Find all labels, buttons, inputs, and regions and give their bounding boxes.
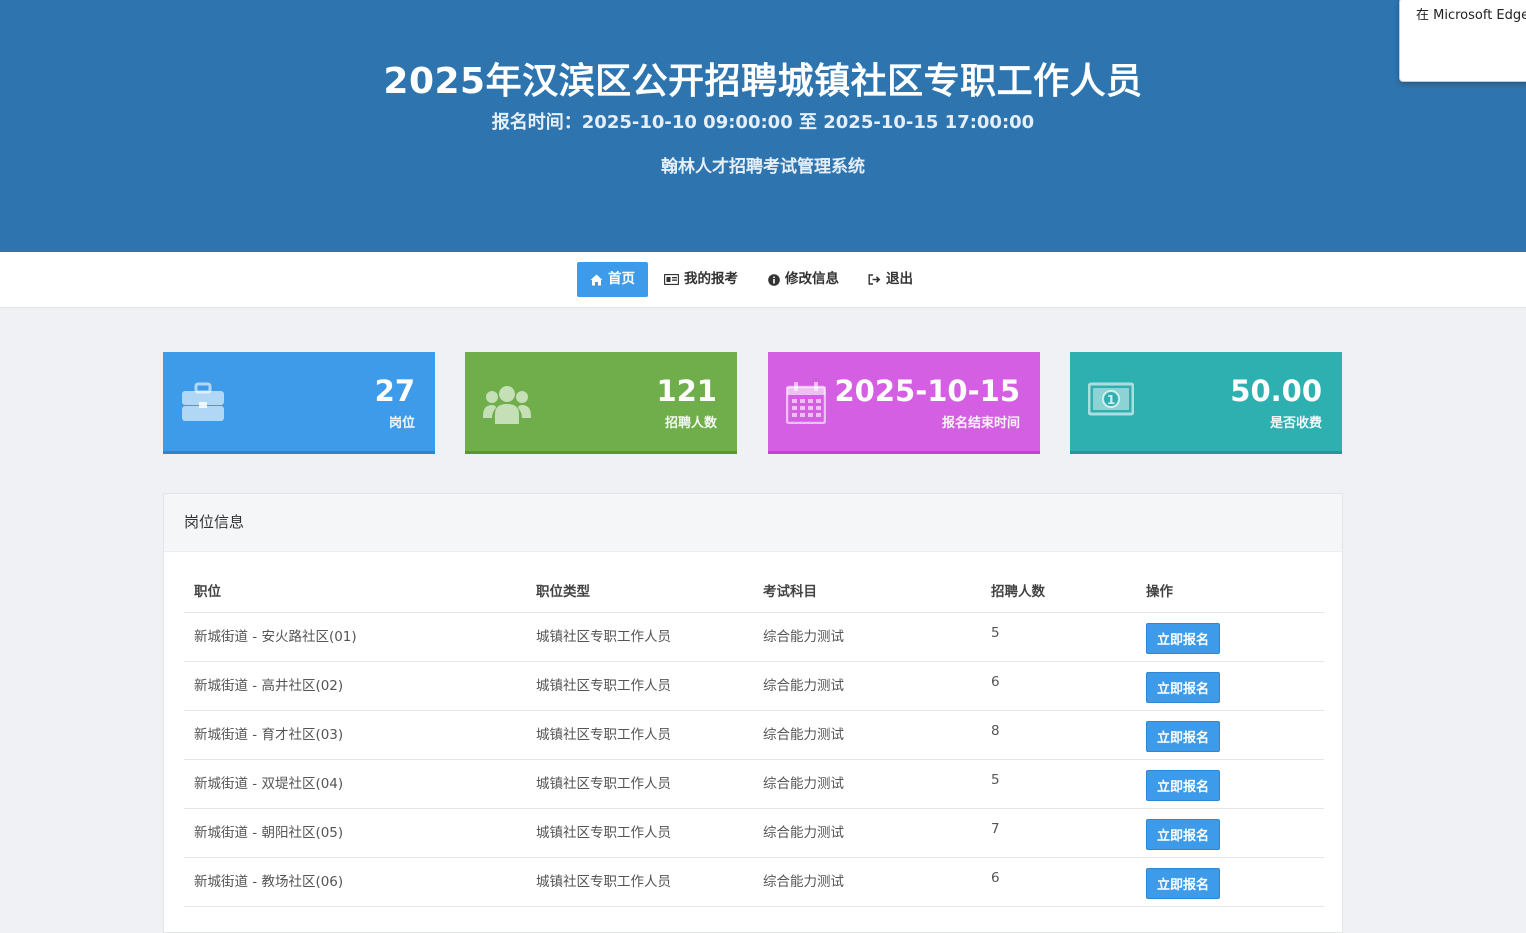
cell-position: 新城街道 - 双堤社区(04) xyxy=(184,759,526,809)
table-row: 新城街道 - 育才社区(03) 城镇社区专职工作人员 综合能力测试 8 立即报名 xyxy=(184,710,1324,760)
cell-subject: 综合能力测试 xyxy=(753,710,981,760)
table-row: 新城街道 - 教场社区(06) 城镇社区专职工作人员 综合能力测试 6 立即报名 xyxy=(184,857,1324,907)
money-icon: 1 xyxy=(1087,382,1135,420)
nav-my-registrations[interactable]: 我的报考 xyxy=(658,262,744,297)
header-banner: 2025年汉滨区公开招聘城镇社区专职工作人员 报名时间：2025-10-10 0… xyxy=(0,0,1526,252)
stat-card-positions: 27 岗位 xyxy=(163,352,435,454)
cell-action: 立即报名 xyxy=(1136,710,1324,760)
edge-popup[interactable]: 在 Microsoft Edge 多 xyxy=(1399,0,1526,82)
stat-deadline-label: 报名结束时间 xyxy=(941,416,1020,431)
cell-subject: 综合能力测试 xyxy=(753,612,981,662)
apply-button[interactable]: 立即报名 xyxy=(1146,769,1221,801)
stat-headcount-label: 招聘人数 xyxy=(664,416,717,431)
cell-action: 立即报名 xyxy=(1136,661,1324,711)
cell-action: 立即报名 xyxy=(1136,857,1324,907)
positions-table: 职位 职位类型 考试科目 招聘人数 操作 新城街道 - 安火路社区(01) 城镇… xyxy=(184,568,1324,907)
stat-card-deadline: 2025-10-15 报名结束时间 xyxy=(768,352,1040,454)
edge-popup-text: 在 Microsoft Edge 多 xyxy=(1416,8,1526,23)
users-icon xyxy=(483,382,531,430)
cell-position: 新城街道 - 朝阳社区(05) xyxy=(184,808,526,858)
cell-subject: 综合能力测试 xyxy=(753,661,981,711)
cell-count: 5 xyxy=(981,759,1136,809)
nav-edit-info-label: 修改信息 xyxy=(785,271,839,287)
cell-subject: 综合能力测试 xyxy=(753,759,981,809)
system-name: 翰林人才招聘考试管理系统 xyxy=(661,157,865,177)
calendar-icon xyxy=(785,382,827,428)
nav-edit-info[interactable]: 修改信息 xyxy=(762,262,845,297)
col-header-subject: 考试科目 xyxy=(753,568,981,613)
home-icon xyxy=(590,274,603,286)
cell-type: 城镇社区专职工作人员 xyxy=(526,759,753,809)
apply-button[interactable]: 立即报名 xyxy=(1146,671,1221,703)
cell-subject: 综合能力测试 xyxy=(753,857,981,907)
cell-count: 7 xyxy=(981,808,1136,858)
panel-title: 岗位信息 xyxy=(164,494,1342,552)
nav-home[interactable]: 首页 xyxy=(577,262,648,297)
navbar: 首页 我的报考 修改信息 退出 xyxy=(0,252,1526,308)
apply-button[interactable]: 立即报名 xyxy=(1146,622,1221,654)
cell-count: 6 xyxy=(981,661,1136,711)
stat-headcount-value: 121 xyxy=(656,374,717,408)
page-title: 2025年汉滨区公开招聘城镇社区专职工作人员 xyxy=(383,61,1143,102)
nav-logout-label: 退出 xyxy=(886,271,913,287)
cell-position: 新城街道 - 育才社区(03) xyxy=(184,710,526,760)
nav-my-registrations-label: 我的报考 xyxy=(684,271,738,287)
apply-button[interactable]: 立即报名 xyxy=(1146,867,1221,899)
stat-fee-label: 是否收费 xyxy=(1269,416,1322,431)
table-header-row: 职位 职位类型 考试科目 招聘人数 操作 xyxy=(184,568,1324,613)
stat-positions-label: 岗位 xyxy=(388,416,415,431)
cell-type: 城镇社区专职工作人员 xyxy=(526,857,753,907)
col-header-position: 职位 xyxy=(184,568,526,613)
cell-type: 城镇社区专职工作人员 xyxy=(526,612,753,662)
svg-text:1: 1 xyxy=(1107,393,1115,407)
stat-card-headcount: 121 招聘人数 xyxy=(465,352,737,454)
cell-subject: 综合能力测试 xyxy=(753,808,981,858)
apply-button[interactable]: 立即报名 xyxy=(1146,720,1221,752)
cell-type: 城镇社区专职工作人员 xyxy=(526,661,753,711)
briefcase-icon xyxy=(181,382,225,426)
stat-fee-value: 50.00 xyxy=(1230,374,1322,408)
sign-out-icon xyxy=(868,274,881,285)
cell-count: 8 xyxy=(981,710,1136,760)
col-header-count: 招聘人数 xyxy=(981,568,1136,613)
apply-button[interactable]: 立即报名 xyxy=(1146,818,1221,850)
table-row: 新城街道 - 朝阳社区(05) 城镇社区专职工作人员 综合能力测试 7 立即报名 xyxy=(184,808,1324,858)
cell-type: 城镇社区专职工作人员 xyxy=(526,808,753,858)
cell-position: 新城街道 - 安火路社区(01) xyxy=(184,612,526,662)
info-circle-icon xyxy=(768,273,780,286)
cell-action: 立即报名 xyxy=(1136,808,1324,858)
stat-positions-value: 27 xyxy=(374,374,415,408)
nav-logout[interactable]: 退出 xyxy=(862,262,919,297)
table-row: 新城街道 - 安火路社区(01) 城镇社区专职工作人员 综合能力测试 5 立即报… xyxy=(184,612,1324,662)
cell-action: 立即报名 xyxy=(1136,759,1324,809)
stat-card-fee: 1 50.00 是否收费 xyxy=(1070,352,1342,454)
cell-type: 城镇社区专职工作人员 xyxy=(526,710,753,760)
cell-position: 新城街道 - 教场社区(06) xyxy=(184,857,526,907)
cell-count: 5 xyxy=(981,612,1136,662)
table-row: 新城街道 - 高井社区(02) 城镇社区专职工作人员 综合能力测试 6 立即报名 xyxy=(184,661,1324,711)
table-row: 新城街道 - 双堤社区(04) 城镇社区专职工作人员 综合能力测试 5 立即报名 xyxy=(184,759,1324,809)
col-header-action: 操作 xyxy=(1136,568,1324,613)
cell-count: 6 xyxy=(981,857,1136,907)
positions-panel: 岗位信息 职位 职位类型 考试科目 招聘人数 操作 新城街道 - 安火路社区(0… xyxy=(163,493,1343,933)
cell-action: 立即报名 xyxy=(1136,612,1324,662)
cell-position: 新城街道 - 高井社区(02) xyxy=(184,661,526,711)
id-card-icon xyxy=(664,274,679,285)
nav-home-label: 首页 xyxy=(608,271,635,287)
col-header-type: 职位类型 xyxy=(526,568,753,613)
stat-deadline-value: 2025-10-15 xyxy=(834,374,1021,408)
registration-period: 报名时间：2025-10-10 09:00:00 至 2025-10-15 17… xyxy=(491,112,1035,133)
